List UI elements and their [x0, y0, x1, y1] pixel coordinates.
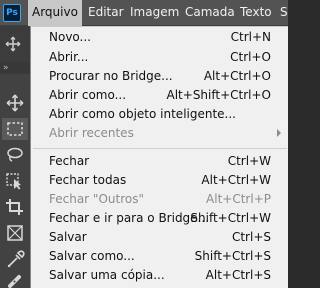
menu-item-shortcut: Shift+Ctrl+W: [190, 211, 271, 225]
menu-item-procurar-no-bridge[interactable]: Procurar no Bridge... Alt+Ctrl+O: [31, 66, 289, 86]
menu-imagem[interactable]: Imagem: [126, 0, 183, 26]
panel-collapse-icon[interactable]: »: [0, 62, 30, 74]
move-tool-options-icon[interactable]: [3, 36, 23, 52]
menu-item-label: Fechar e ir para o Bridge...: [49, 211, 210, 225]
menu-bar: Ps Arquivo Editar Imagem Camada Texto S: [0, 0, 288, 26]
frame-tool-icon[interactable]: [2, 222, 28, 244]
menu-s-partial[interactable]: S: [276, 0, 292, 26]
menu-item-label: Salvar uma cópia...: [49, 268, 165, 282]
menu-item-abrir[interactable]: Abrir... Ctrl+O: [31, 47, 289, 67]
menu-item-novo[interactable]: Novo... Ctrl+N: [31, 27, 289, 47]
menu-item-fechar-todas[interactable]: Fechar todas Alt+Ctrl+W: [31, 170, 289, 190]
object-selection-tool-icon[interactable]: [2, 170, 28, 192]
menu-item-label: Procurar no Bridge...: [49, 69, 173, 83]
eyedropper-tool-icon[interactable]: [2, 248, 28, 270]
menu-item-shortcut: Alt+Ctrl+S: [205, 268, 271, 282]
menu-camada[interactable]: Camada: [181, 0, 239, 26]
menu-item-shortcut: Alt+Ctrl+W: [201, 173, 271, 187]
menu-item-salvar-uma-copia[interactable]: Salvar uma cópia... Alt+Ctrl+S: [31, 265, 289, 285]
menu-item-salvar-como[interactable]: Salvar como... Shift+Ctrl+S: [31, 246, 289, 266]
menu-item-label: Abrir como...: [49, 88, 127, 102]
menu-item-abrir-recentes[interactable]: Abrir recentes: [31, 123, 289, 143]
menu-item-label: Salvar como...: [49, 249, 135, 263]
photoshop-logo: Ps: [3, 4, 21, 22]
menu-item-label: Novo...: [49, 30, 91, 44]
menu-item-shortcut: Ctrl+N: [230, 30, 271, 44]
menu-item-shortcut: Alt+Ctrl+O: [203, 69, 271, 83]
menu-item-abrir-como-objeto-inteligente[interactable]: Abrir como objeto inteligente...: [31, 104, 289, 124]
menu-item-salvar[interactable]: Salvar Ctrl+S: [31, 227, 289, 247]
menu-item-shortcut: Alt+Ctrl+P: [206, 192, 271, 206]
menu-item-shortcut: Ctrl+W: [227, 154, 271, 168]
menu-item-shortcut: Ctrl+O: [230, 50, 271, 64]
menu-item-shortcut: Alt+Shift+Ctrl+O: [166, 88, 271, 102]
menu-editar[interactable]: Editar: [84, 0, 128, 26]
submenu-arrow-icon: [275, 123, 283, 143]
menu-item-shortcut: Shift+Ctrl+S: [194, 249, 271, 263]
menu-item-abrir-como[interactable]: Abrir como... Alt+Shift+Ctrl+O: [31, 85, 289, 105]
menu-texto[interactable]: Texto: [236, 0, 276, 26]
tools-panel: »: [0, 62, 30, 288]
lasso-tool-icon[interactable]: [2, 144, 28, 166]
menu-arquivo[interactable]: Arquivo: [28, 0, 82, 26]
menu-separator: [33, 148, 287, 149]
menu-item-label: Abrir...: [49, 50, 89, 64]
menu-item-label: Fechar todas: [49, 173, 127, 187]
arquivo-dropdown-menu: Novo... Ctrl+N Abrir... Ctrl+O Procurar …: [30, 26, 288, 288]
menu-item-fechar-e-ir-para-o-bridge[interactable]: Fechar e ir para o Bridge... Shift+Ctrl+…: [31, 208, 289, 228]
healing-brush-tool-icon[interactable]: [2, 272, 28, 288]
menu-item-label: Fechar: [49, 154, 90, 168]
crop-tool-icon[interactable]: [2, 196, 28, 218]
menu-item-label: Abrir recentes: [49, 126, 134, 140]
menu-item-label: Fechar "Outros": [49, 192, 144, 206]
menu-item-fechar[interactable]: Fechar Ctrl+W: [31, 151, 289, 171]
menu-item-fechar-outros[interactable]: Fechar "Outros" Alt+Ctrl+P: [31, 189, 289, 209]
move-tool-icon[interactable]: [2, 92, 28, 114]
menu-item-label: Salvar: [49, 230, 87, 244]
menu-item-shortcut: Ctrl+S: [231, 230, 271, 244]
menu-item-label: Abrir como objeto inteligente...: [49, 107, 236, 121]
marquee-tool-icon[interactable]: [2, 118, 28, 140]
